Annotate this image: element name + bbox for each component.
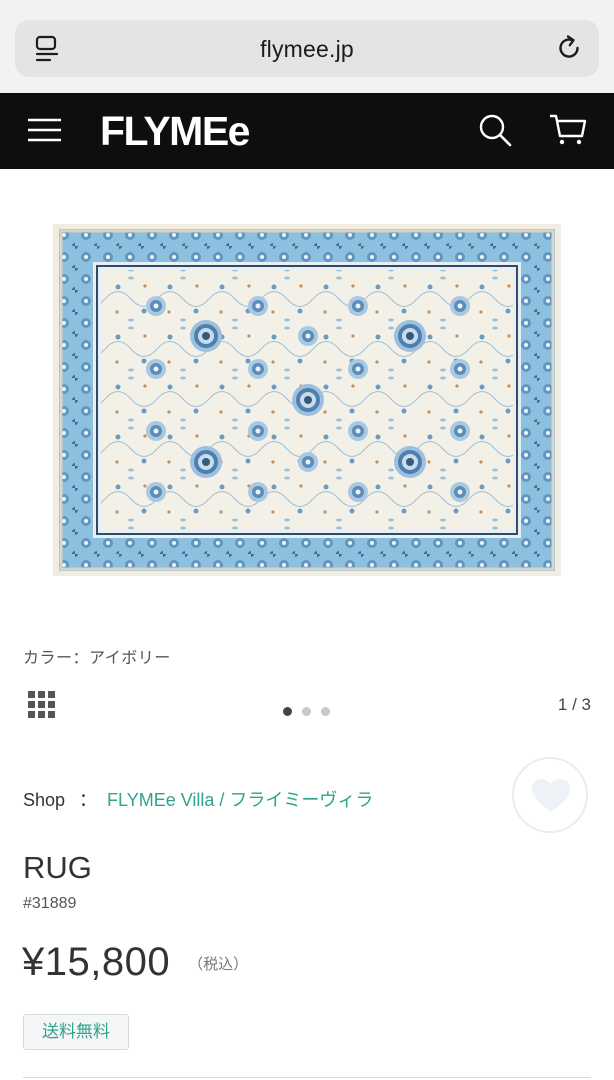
divider [23, 1077, 591, 1078]
product-title: RUG [23, 850, 92, 885]
address-bar[interactable]: flymee.jp [15, 20, 599, 77]
pagination-dot[interactable] [302, 707, 311, 716]
product-code: #31889 [23, 895, 77, 912]
browser-bar: flymee.jp [0, 0, 614, 93]
menu-icon[interactable] [28, 116, 61, 144]
pagination-dot[interactable] [321, 707, 330, 716]
brand-logo[interactable]: FLYMEe [100, 108, 250, 155]
grid-icon[interactable] [28, 691, 55, 718]
tax-note: （税込） [188, 956, 249, 973]
url-text[interactable]: flymee.jp [15, 36, 599, 63]
site-header: FLYMEe [0, 93, 614, 169]
price: ¥15,800 [22, 940, 171, 984]
free-shipping-badge: 送料無料 [23, 1014, 129, 1050]
reload-icon[interactable] [555, 34, 583, 62]
search-icon[interactable] [478, 113, 512, 147]
favorite-button[interactable] [512, 757, 588, 833]
product-image-rug[interactable] [53, 224, 561, 576]
heart-icon [532, 779, 570, 812]
shop-label: Shop [23, 790, 66, 810]
color-label: カラー：アイボリー [23, 650, 171, 667]
price-row: ¥15,800 （税込） [22, 940, 248, 985]
shop-link[interactable]: FLYMEe Villa / フライミーヴィラ [107, 790, 373, 810]
pagination-dot[interactable] [283, 707, 292, 716]
page-counter: 1 / 3 [557, 695, 591, 714]
cart-icon[interactable] [549, 113, 587, 147]
shop-colon: ： [79, 790, 98, 810]
pagination-dots [283, 703, 340, 716]
shop-row: Shop ： FLYMEe Villa / フライミーヴィラ [23, 786, 373, 812]
